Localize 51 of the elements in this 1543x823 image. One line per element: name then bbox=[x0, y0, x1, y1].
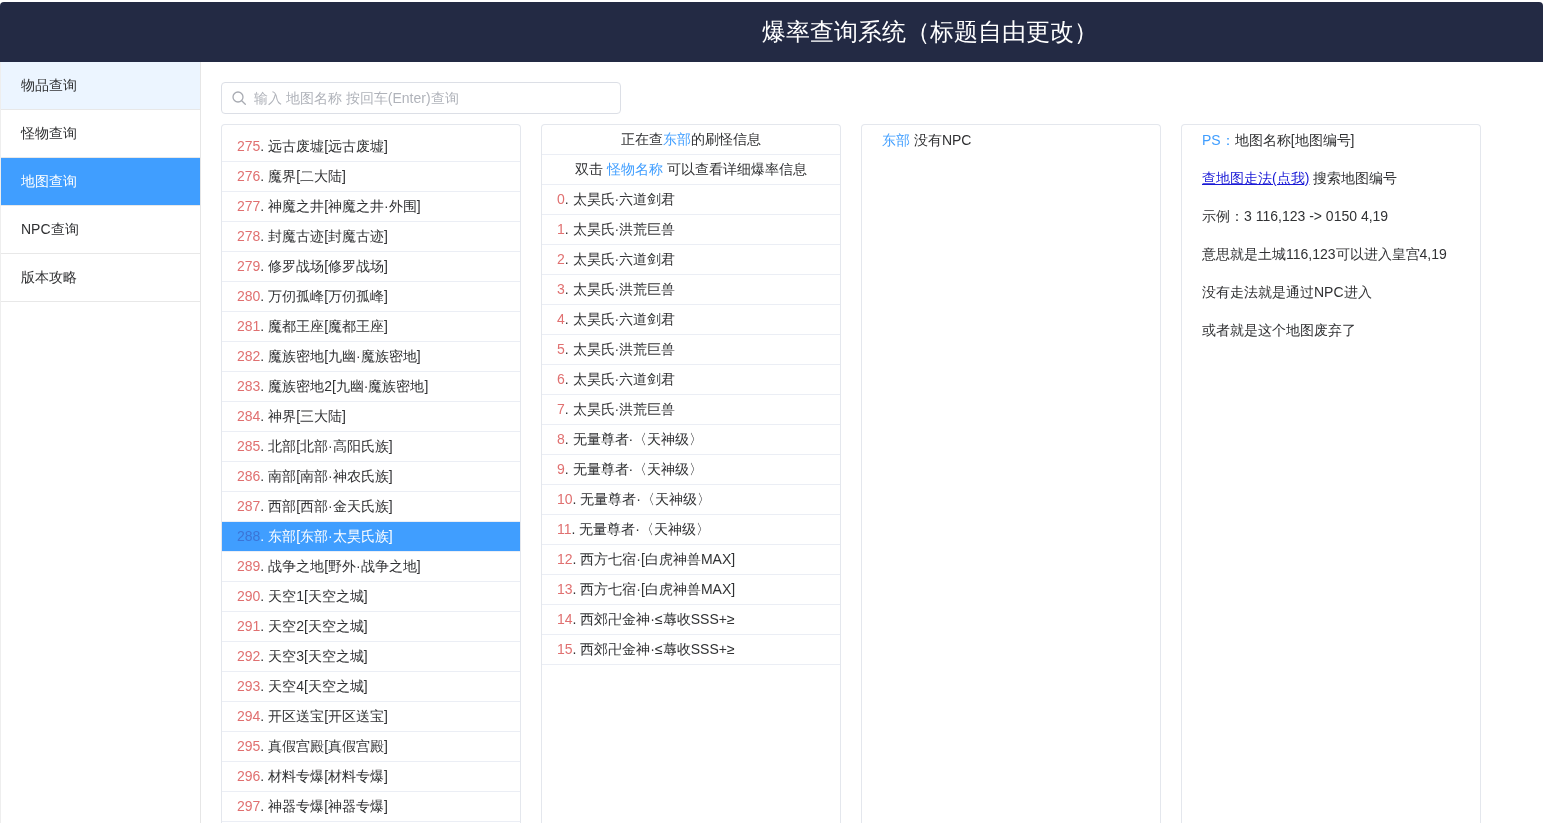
monster-list-item[interactable]: 13. 西方七宿·[白虎神兽MAX] bbox=[542, 575, 840, 605]
help-text: 意思就是土城116,123可以进入皇宫4,19 bbox=[1202, 245, 1448, 264]
map-route-link[interactable]: 查地图走法(点我) bbox=[1202, 170, 1310, 186]
page-title: 爆率查询系统（标题自由更改） bbox=[762, 17, 1098, 47]
monster-panel-title: 正在查东部的刷怪信息 bbox=[542, 125, 840, 155]
map-list-item[interactable]: 289. 战争之地[野外·战争之地] bbox=[222, 552, 520, 582]
map-list-item[interactable]: 276. 魔界[二大陆] bbox=[222, 162, 520, 192]
monster-list-item[interactable]: 4. 太昊氏·六道剑君 bbox=[542, 305, 840, 335]
double-click-hint: 双击 怪物名称 可以查看详细爆率信息 bbox=[542, 155, 840, 185]
search-field[interactable]: 输入 地图名称 按回车(Enter)查询 bbox=[221, 82, 621, 114]
help-text: 搜索地图编号 bbox=[1313, 170, 1398, 186]
map-list-item[interactable]: 295. 真假宫殿[真假宫殿] bbox=[222, 732, 520, 762]
map-list-item[interactable]: 282. 魔族密地[九幽·魔族密地] bbox=[222, 342, 520, 372]
monster-list-item[interactable]: 11. 无量尊者·〈天神级〉 bbox=[542, 515, 840, 545]
map-list-item[interactable]: 283. 魔族密地2[九幽·魔族密地] bbox=[222, 372, 520, 402]
help-text: 没有走法就是通过NPC进入 bbox=[1202, 283, 1373, 302]
map-list-item[interactable]: 293. 天空4[天空之城] bbox=[222, 672, 520, 702]
help-text: 或者就是这个地图废弃了 bbox=[1202, 321, 1357, 340]
help-text: 示例：3 116,123 -> 0150 4,19 bbox=[1202, 207, 1390, 226]
monster-list-item[interactable]: 7. 太昊氏·洪荒巨兽 bbox=[542, 395, 840, 425]
monster-list-item[interactable]: 3. 太昊氏·洪荒巨兽 bbox=[542, 275, 840, 305]
map-list-item[interactable]: 296. 材料专爆[材料专爆] bbox=[222, 762, 520, 792]
sidebar-item[interactable]: 物品查询 bbox=[1, 62, 200, 110]
map-list-item[interactable]: 278. 封魔古迹[封魔古迹] bbox=[222, 222, 520, 252]
monster-list-item[interactable]: 2. 太昊氏·六道剑君 bbox=[542, 245, 840, 275]
monster-list-item[interactable]: 6. 太昊氏·六道剑君 bbox=[542, 365, 840, 395]
map-list-item[interactable]: 277. 神魔之井[神魔之井·外围] bbox=[222, 192, 520, 222]
search-icon bbox=[232, 91, 246, 105]
monster-list-item[interactable]: 8. 无量尊者·〈天神级〉 bbox=[542, 425, 840, 455]
monster-list-item[interactable]: 12. 西方七宿·[白虎神兽MAX] bbox=[542, 545, 840, 575]
help-note: PS：地图名称[地图编号] bbox=[1202, 131, 1356, 150]
map-list-item[interactable]: 291. 天空2[天空之城] bbox=[222, 612, 520, 642]
monster-list-item[interactable]: 1. 太昊氏·洪荒巨兽 bbox=[542, 215, 840, 245]
monster-list-item[interactable]: 9. 无量尊者·〈天神级〉 bbox=[542, 455, 840, 485]
map-list-item[interactable]: 294. 开区送宝[开区送宝] bbox=[222, 702, 520, 732]
map-list-item[interactable]: 285. 北部[北部·高阳氏族] bbox=[222, 432, 520, 462]
map-list-item[interactable]: 275. 远古废墟[远古废墟] bbox=[222, 132, 520, 162]
map-list-item[interactable]: 286. 南部[南部·神农氏族] bbox=[222, 462, 520, 492]
monster-list-item[interactable]: 14. 西郊卍金神·≤蓐收SSS+≥ bbox=[542, 605, 840, 635]
map-list-item[interactable]: 292. 天空3[天空之城] bbox=[222, 642, 520, 672]
map-list-item[interactable]: 284. 神界[三大陆] bbox=[222, 402, 520, 432]
monster-list-item[interactable]: 10. 无量尊者·〈天神级〉 bbox=[542, 485, 840, 515]
monster-list-item[interactable]: 15. 西郊卍金神·≤蓐收SSS+≥ bbox=[542, 635, 840, 665]
map-list-item[interactable]: 290. 天空1[天空之城] bbox=[222, 582, 520, 612]
map-list-item[interactable]: 297. 神器专爆[神器专爆] bbox=[222, 792, 520, 822]
map-list-item[interactable]: 281. 魔都王座[魔都王座] bbox=[222, 312, 520, 342]
npc-message: 东部 没有NPC bbox=[882, 131, 973, 150]
map-list-item[interactable]: 280. 万仞孤峰[万仞孤峰] bbox=[222, 282, 520, 312]
monster-list-item[interactable]: 5. 太昊氏·洪荒巨兽 bbox=[542, 335, 840, 365]
map-list-item[interactable]: 279. 修罗战场[修罗战场] bbox=[222, 252, 520, 282]
monster-list-item[interactable]: 0. 太昊氏·六道剑君 bbox=[542, 185, 840, 215]
